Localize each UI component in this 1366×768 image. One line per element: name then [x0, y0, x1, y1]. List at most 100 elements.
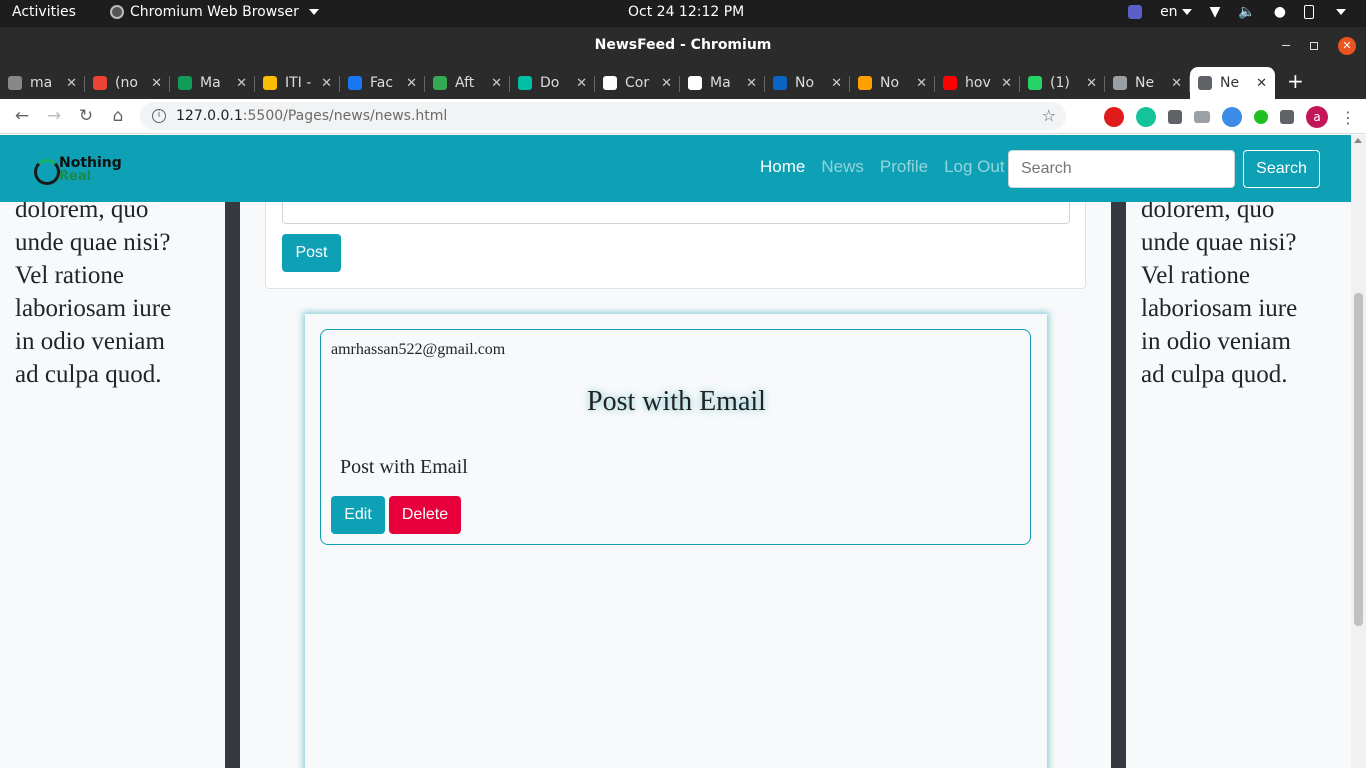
maximize-button[interactable] [1310, 41, 1318, 50]
browser-tab[interactable]: No ✕ [850, 67, 935, 99]
browser-tab[interactable]: Aft ✕ [425, 67, 510, 99]
address-bar[interactable]: i 127.0.0.1:5500/Pages/news/news.html ☆ [140, 102, 1066, 130]
site-info-icon[interactable]: i [152, 109, 166, 123]
forward-button[interactable]: → [38, 106, 70, 126]
minimize-button[interactable] [1282, 45, 1290, 46]
browser-tab[interactable]: ITI - ✕ [255, 67, 340, 99]
side-text-line: Vel ratione [15, 262, 124, 289]
window-titlebar: NewsFeed - Chromium ✕ [0, 27, 1366, 64]
tab-title: (1) [1050, 75, 1070, 91]
app-menu[interactable]: Chromium Web Browser [110, 4, 319, 20]
post-card: amrhassan522@gmail.com Post with Email P… [320, 329, 1031, 545]
tab-close-icon[interactable]: ✕ [661, 76, 672, 91]
side-text-line: unde quae nisi? [1141, 229, 1297, 256]
browser-tab[interactable]: No ✕ [765, 67, 850, 99]
browser-tab[interactable]: Cor ✕ [595, 67, 680, 99]
tab-close-icon[interactable]: ✕ [321, 76, 332, 91]
left-side-text: dolorem, quo unde quae nisi? Vel ratione la… [15, 135, 215, 768]
ethereum-icon[interactable] [1222, 107, 1242, 127]
tab-close-icon[interactable]: ✕ [151, 76, 162, 91]
nav-link-news[interactable]: News [821, 157, 864, 177]
reload-button[interactable]: ↻ [70, 106, 102, 126]
tab-close-icon[interactable]: ✕ [746, 76, 757, 91]
grammarly-icon[interactable] [1136, 107, 1156, 127]
teams-icon[interactable] [1128, 5, 1143, 19]
system-tray[interactable]: en ▼ 🔈 ● [1128, 4, 1346, 20]
browser-tab[interactable]: Do ✕ [510, 67, 595, 99]
activities-button[interactable]: Activities [12, 4, 76, 20]
chevron-down-icon [1181, 9, 1192, 15]
close-window-button[interactable]: ✕ [1338, 36, 1356, 55]
tab-close-icon[interactable]: ✕ [916, 76, 927, 91]
tab-title: ma [30, 75, 53, 91]
search-input[interactable] [1008, 150, 1235, 188]
tab-title: Cor [625, 75, 650, 91]
page-scrollbar[interactable] [1351, 135, 1366, 768]
tab-active[interactable]: Ne ✕ [1190, 67, 1275, 99]
browser-tab[interactable]: (no ✕ [85, 67, 170, 99]
logo-text-bottom: Real [59, 169, 92, 184]
bookmark-star-icon[interactable]: ☆ [1042, 106, 1056, 125]
tab-favicon-icon [93, 76, 107, 90]
new-tab-button[interactable]: + [1287, 69, 1304, 93]
nav-link-profile[interactable]: Profile [880, 157, 928, 177]
tab-close-icon[interactable]: ✕ [1256, 76, 1267, 91]
search-button[interactable]: Search [1243, 150, 1320, 188]
browser-tab[interactable]: Ne ✕ [1105, 67, 1190, 99]
nav-link-home[interactable]: Home [760, 157, 805, 177]
puzzle-icon[interactable] [1280, 110, 1294, 124]
tab-favicon-icon [943, 76, 957, 90]
wifi-icon: ▼ [1209, 4, 1221, 20]
browser-tab[interactable]: hov ✕ [935, 67, 1020, 99]
back-button[interactable]: ← [6, 106, 38, 126]
profile-avatar[interactable]: a [1306, 106, 1328, 128]
language-indicator[interactable]: en [1160, 4, 1192, 20]
side-text-line: laboriosam iure [15, 295, 172, 322]
tab-close-icon[interactable]: ✕ [1171, 76, 1182, 91]
eyedropper-icon[interactable] [1168, 110, 1182, 124]
news-feed-container: amrhassan522@gmail.com Post with Email P… [305, 314, 1047, 768]
tab-close-icon[interactable]: ✕ [66, 76, 77, 91]
language-label: en [1160, 4, 1178, 20]
scroll-up-arrow-icon[interactable] [1354, 138, 1362, 143]
site-logo[interactable]: Nothing Real [34, 155, 124, 189]
edit-button[interactable]: Edit [331, 496, 385, 534]
home-button[interactable]: ⌂ [102, 106, 134, 126]
volume-icon: 🔈 [1238, 4, 1256, 20]
site-navbar: Nothing Real Home News Profile Log Out S… [0, 135, 1351, 202]
tab-close-icon[interactable]: ✕ [236, 76, 247, 91]
tab-title: Fac [370, 75, 394, 91]
tab-favicon-icon [688, 76, 702, 90]
tab-close-icon[interactable]: ✕ [1001, 76, 1012, 91]
tab-close-icon[interactable]: ✕ [491, 76, 502, 91]
side-text-line: ad culpa quod. [1141, 361, 1288, 388]
browser-tab[interactable]: ma ✕ [0, 67, 85, 99]
tab-title: Do [540, 75, 560, 91]
os-top-bar: Activities Chromium Web Browser Oct 24 1… [0, 0, 1366, 27]
browser-tab[interactable]: Fac ✕ [340, 67, 425, 99]
camera-icon[interactable] [1194, 111, 1210, 123]
tab-close-icon[interactable]: ✕ [576, 76, 587, 91]
menu-kebab-icon[interactable]: ⋮ [1340, 108, 1356, 127]
delete-button[interactable]: Delete [389, 496, 461, 534]
tab-close-icon[interactable]: ✕ [1086, 76, 1097, 91]
browser-tab[interactable]: (1) ✕ [1020, 67, 1105, 99]
tab-close-icon[interactable]: ✕ [831, 76, 842, 91]
chromium-icon [110, 5, 124, 19]
tab-close-icon[interactable]: ✕ [406, 76, 417, 91]
post-button[interactable]: Post [282, 234, 341, 272]
clock[interactable]: Oct 24 12:12 PM [628, 4, 744, 20]
chevron-down-icon[interactable] [1336, 9, 1346, 15]
adblock-icon[interactable] [1104, 107, 1124, 127]
browser-tab[interactable]: Ma ✕ [680, 67, 765, 99]
nav-links: Home News Profile Log Out [760, 157, 1005, 177]
nav-link-logout[interactable]: Log Out [944, 157, 1005, 177]
chevron-down-icon [308, 9, 319, 15]
tab-favicon-icon [348, 76, 362, 90]
tab-title: Aft [455, 75, 475, 91]
tab-favicon-icon [518, 76, 532, 90]
browser-tab[interactable]: Ma ✕ [170, 67, 255, 99]
green-dot-icon[interactable] [1254, 110, 1268, 124]
side-text-line: in odio veniam [1141, 328, 1291, 355]
scrollbar-thumb[interactable] [1354, 293, 1363, 626]
